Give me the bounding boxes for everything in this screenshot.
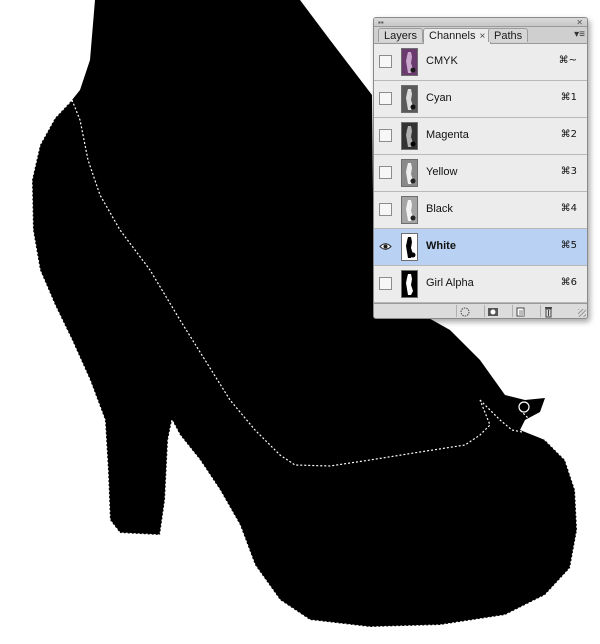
visibility-toggle[interactable] [379,203,392,216]
visibility-toggle[interactable] [379,240,392,253]
channel-row-girl-alpha[interactable]: Girl Alpha ⌘6 [374,266,587,303]
channel-thumbnail [401,196,418,224]
channels-panel: ▪▪ ✕ Layers Channels × Paths ▾≡ CMYK ⌘~ … [373,17,588,319]
channel-list: CMYK ⌘~ Cyan ⌘1 Magenta ⌘2 Yellow ⌘3 Bla… [374,44,587,303]
panel-footer [374,303,587,318]
tab-layers[interactable]: Layers [378,28,424,42]
channel-thumbnail [401,233,418,261]
channel-shortcut: ⌘2 [560,129,577,140]
channel-row-yellow[interactable]: Yellow ⌘3 [374,155,587,192]
channel-shortcut: ⌘5 [560,240,577,251]
channel-name: CMYK [426,55,458,67]
save-selection-icon[interactable] [484,305,500,317]
tab-label: Paths [494,30,523,42]
close-panel-icon[interactable]: ✕ [576,19,583,27]
panel-tab-bar: Layers Channels × Paths ▾≡ [374,27,587,44]
new-channel-icon[interactable] [512,305,528,317]
tab-label: Layers [384,30,418,42]
channel-row-cmyk[interactable]: CMYK ⌘~ [374,44,587,81]
channel-row-magenta[interactable]: Magenta ⌘2 [374,118,587,155]
channel-thumbnail [401,270,418,298]
channel-shortcut: ⌘6 [560,277,577,288]
visibility-toggle[interactable] [379,55,392,68]
channel-thumbnail [401,159,418,187]
load-selection-icon[interactable] [456,305,472,317]
channel-thumbnail [401,48,418,76]
delete-channel-icon[interactable] [540,305,556,318]
visibility-toggle[interactable] [379,166,392,179]
visibility-toggle[interactable] [379,129,392,142]
tab-paths[interactable]: Paths [488,28,529,42]
channel-name: White [426,240,456,252]
channel-name: Girl Alpha [426,277,474,289]
channel-name: Yellow [426,166,458,178]
channel-row-cyan[interactable]: Cyan ⌘1 [374,81,587,118]
channel-name: Black [426,203,453,215]
channel-shortcut: ⌘3 [560,166,577,177]
channel-shortcut: ⌘4 [560,203,577,214]
channel-shortcut: ⌘1 [560,92,577,103]
close-tab-icon[interactable]: × [479,31,485,42]
channel-name: Magenta [426,129,469,141]
channel-row-black[interactable]: Black ⌘4 [374,192,587,229]
channel-thumbnail [401,85,418,113]
panel-menu-icon[interactable]: ▾≡ [574,29,585,40]
visibility-toggle[interactable] [379,92,392,105]
eye-icon [379,243,392,250]
tab-label: Channels [429,30,476,42]
resize-grip[interactable] [578,309,586,317]
channel-thumbnail [401,122,418,150]
channel-shortcut: ⌘~ [558,55,577,66]
channel-row-white[interactable]: White ⌘5 [374,229,587,266]
panel-titlebar[interactable]: ▪▪ ✕ [374,18,587,27]
visibility-toggle[interactable] [379,277,392,290]
tab-channels[interactable]: Channels × [423,28,492,44]
collapse-icon[interactable]: ▪▪ [378,19,384,27]
channel-name: Cyan [426,92,452,104]
